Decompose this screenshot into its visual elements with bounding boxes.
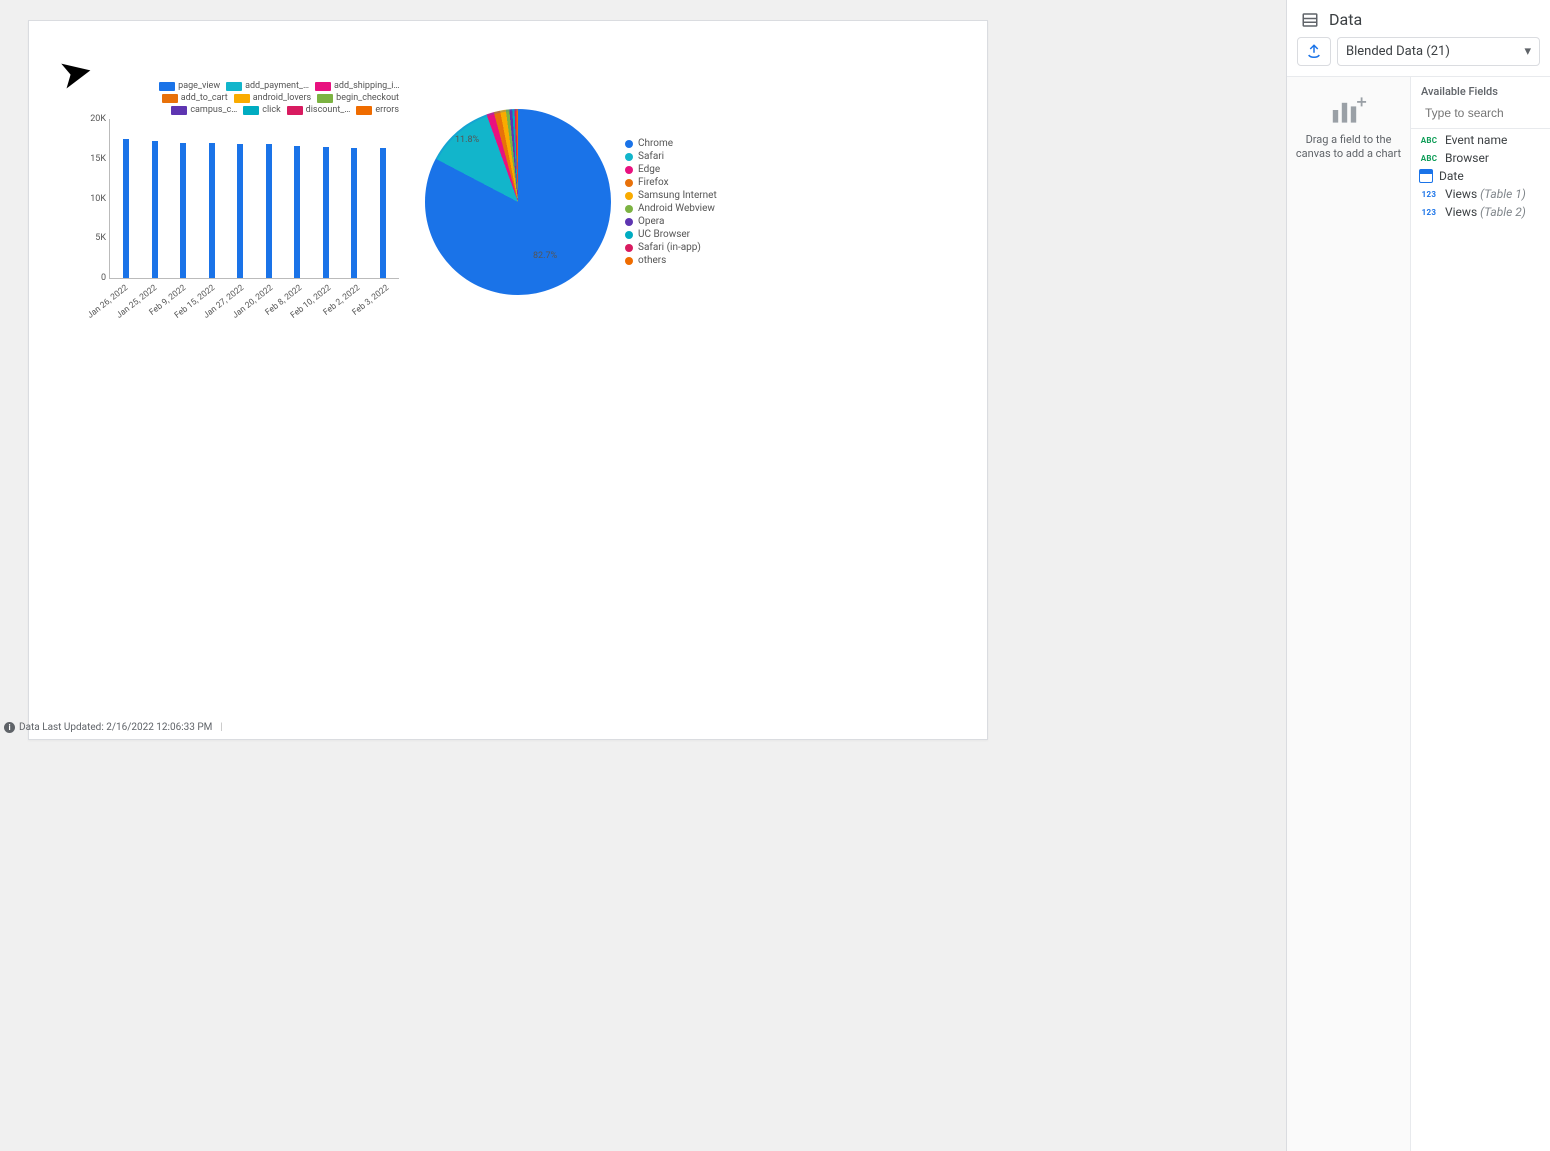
bar [351,148,357,278]
pie-chart-legend: Chrome Safari Edge Firefox Samsung Internet A… [625,138,717,266]
field-row[interactable]: ABCEvent name [1411,131,1550,149]
field-row[interactable]: 123Views (Table 1) [1411,185,1550,203]
legend-item: discount_… [287,105,351,115]
legend-item: add_shipping_i… [315,81,399,91]
chevron-down-icon: ▾ [1524,44,1531,59]
data-panel: Data Blended Data (21) ▾ Drag a field to… [1286,0,1550,1151]
type-text-icon: ABC [1419,154,1439,163]
legend-item: Chrome [625,138,717,149]
field-list: ABCEvent nameABCBrowserDate123Views (Tab… [1411,129,1550,223]
legend-item: begin_checkout [317,93,399,103]
report-page[interactable]: ➤ page_viewadd_payment_…add_shipping_i…a… [28,20,988,740]
legend-item: Firefox [625,177,717,188]
bar-chart-legend: page_view add_payment_… add_shipping_i…add… [139,81,399,115]
field-search-input[interactable] [1425,102,1550,124]
legend-item: others [625,255,717,266]
pie-chart-plot: 11.8% 82.7% [425,109,611,295]
pie-chart[interactable]: 11.8% 82.7% Chrome Safari Edge Firefox Samsu… [425,109,747,295]
dropzone-hint: Drag a field to the canvas to add a char… [1295,133,1402,162]
legend-item: Samsung Internet [625,190,717,201]
bar [152,141,158,278]
legend-item: Opera [625,216,717,227]
pie-slice-label-safari: 11.8% [455,135,479,145]
legend-item: Safari [625,151,717,162]
data-panel-header: Data [1287,0,1550,37]
available-fields-header: Available Fields [1411,77,1550,102]
datasource-dropdown[interactable]: Blended Data (21) ▾ [1337,37,1540,66]
legend-item: add_to_cart [162,93,228,103]
data-table-icon [1301,11,1319,29]
bar [180,143,186,278]
legend-item: page_view [159,81,220,91]
type-number-icon: 123 [1419,208,1439,217]
legend-item: campus_c… [171,105,237,115]
bar-chart-plot: 05K10K15K20K [109,119,399,279]
legend-item: errors [356,105,399,115]
report-canvas[interactable]: ➤ page_viewadd_payment_…add_shipping_i…a… [0,0,1286,1151]
field-row[interactable]: ABCBrowser [1411,149,1550,167]
last-updated-bar: i Data Last Updated: 2/16/2022 12:06:33 … [0,720,1286,735]
type-number-icon: 123 [1419,190,1439,199]
add-chart-icon [1331,95,1367,125]
last-updated-text: Data Last Updated: 2/16/2022 12:06:33 PM [19,722,212,733]
legend-item: Safari (in-app) [625,242,717,253]
legend-item: Edge [625,164,717,175]
legend-item: UC Browser [625,229,717,240]
blend-data-button[interactable] [1297,37,1331,66]
available-fields: Available Fields ABCEvent nameABCBrowser… [1411,77,1550,1151]
bar [380,148,386,278]
bar [237,144,243,278]
bar [123,139,129,278]
bar-chart-xaxis: Jan 26, 2022Jan 25, 2022Feb 9, 2022Feb 1… [109,279,399,319]
type-text-icon: ABC [1419,136,1439,145]
field-row[interactable]: Date [1411,167,1550,185]
field-row[interactable]: 123Views (Table 2) [1411,203,1550,221]
legend-item: add_payment_… [226,81,309,91]
bar [209,143,215,278]
bar [266,144,272,278]
legend-item: Android Webview [625,203,717,214]
field-search[interactable] [1411,102,1550,129]
blend-icon [1305,43,1323,61]
legend-item: android_lovers [234,93,311,103]
datasource-selected-label: Blended Data (21) [1346,44,1450,59]
bar [294,146,300,278]
info-icon: i [4,722,15,733]
bar [323,147,329,278]
pie-slice-label-chrome: 82.7% [533,251,557,261]
bar-chart[interactable]: page_view add_payment_… add_shipping_i…add… [59,81,399,319]
legend-item: click [243,105,280,115]
data-panel-title: Data [1329,10,1362,29]
chart-dropzone[interactable]: Drag a field to the canvas to add a char… [1287,77,1411,1151]
type-date-icon [1419,169,1433,183]
